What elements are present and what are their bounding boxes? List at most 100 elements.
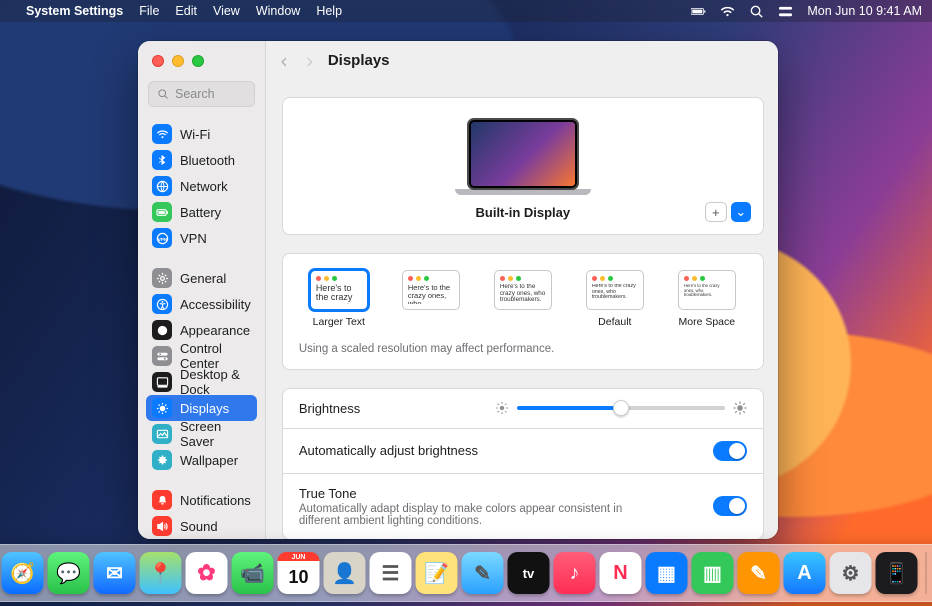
dock-item-maps[interactable]: 📍 <box>140 552 182 594</box>
svg-text:VPN: VPN <box>157 236 167 241</box>
dock-item-numbers[interactable]: ▥ <box>692 552 734 594</box>
resolution-option-1[interactable]: Here's to the crazy ones, who troublemak… <box>395 270 467 329</box>
truetone-label: True Tone <box>299 486 701 501</box>
sidebar-item-label: Appearance <box>180 323 250 338</box>
wifi-icon <box>152 124 172 144</box>
resolution-option-0[interactable]: Here's to the crazy ones, who troublemak… <box>303 270 375 329</box>
sidebar-item-general[interactable]: General <box>146 265 257 291</box>
auto-brightness-toggle[interactable] <box>713 441 747 461</box>
dock-item-news[interactable]: N <box>600 552 642 594</box>
bell-icon <box>152 490 172 510</box>
menu-window[interactable]: Window <box>256 4 300 18</box>
battery-status-icon[interactable] <box>691 4 706 19</box>
dock-item-contacts[interactable]: 👤 <box>324 552 366 594</box>
dock-item-safari[interactable]: 🧭 <box>2 552 44 594</box>
forward-button[interactable]: › <box>306 51 314 71</box>
resolution-option-2[interactable]: Here's to the crazy ones, who troublemak… <box>487 270 559 329</box>
sidebar-item-label: Network <box>180 179 228 194</box>
dock-item-freeform[interactable]: ✎ <box>462 552 504 594</box>
vpn-icon: VPN <box>152 228 172 248</box>
sidebar-item-label: General <box>180 271 226 286</box>
sidebar-item-desktop-dock[interactable]: Desktop & Dock <box>146 369 257 395</box>
menu-help[interactable]: Help <box>316 4 342 18</box>
display-hero: Built-in Display + ⌄ <box>282 97 764 235</box>
sidebar-item-screen-saver[interactable]: Screen Saver <box>146 421 257 447</box>
minimize-button[interactable] <box>172 55 184 67</box>
resolution-card: Here's to the crazy ones, who troublemak… <box>282 253 764 370</box>
close-button[interactable] <box>152 55 164 67</box>
sidebar-item-bluetooth[interactable]: Bluetooth <box>146 147 257 173</box>
sidebar-item-vpn[interactable]: VPN VPN <box>146 225 257 251</box>
dock-icon <box>152 372 172 392</box>
dock-item-notes[interactable]: 📝 <box>416 552 458 594</box>
sidebar-item-label: Desktop & Dock <box>180 367 251 397</box>
dock-item-music[interactable]: ♪ <box>554 552 596 594</box>
add-display-button[interactable]: + <box>705 202 727 222</box>
sidebar-item-sound[interactable]: Sound <box>146 513 257 539</box>
dock-item-facetime[interactable]: 📹 <box>232 552 274 594</box>
toolbar: ‹ › Displays <box>266 41 778 81</box>
resolution-note: Using a scaled resolution may affect per… <box>283 337 763 369</box>
sidebar-item-label: VPN <box>180 231 207 246</box>
zoom-button[interactable] <box>192 55 204 67</box>
display-options-menu[interactable]: ⌄ <box>731 202 751 222</box>
app-menu[interactable]: System Settings <box>26 4 123 18</box>
menu-file[interactable]: File <box>139 4 159 18</box>
gear-icon <box>152 268 172 288</box>
resolution-caption: Larger Text <box>313 316 365 329</box>
dock-item-mail[interactable]: ✉︎ <box>94 552 136 594</box>
sidebar-item-appearance[interactable]: Appearance <box>146 317 257 343</box>
screensaver-icon <box>152 424 172 444</box>
dock-item-calendar[interactable]: JUN10 <box>278 552 320 594</box>
sidebar-item-label: Screen Saver <box>180 419 251 449</box>
wifi-status-icon[interactable] <box>720 4 735 19</box>
sidebar-list: Wi-Fi Bluetooth Network Battery VPN VPN Gener… <box>138 115 265 539</box>
search-icon <box>157 88 169 100</box>
sidebar-item-displays[interactable]: Displays <box>146 395 257 421</box>
sidebar-item-network[interactable]: Network <box>146 173 257 199</box>
dock-item-messages[interactable]: 💬 <box>48 552 90 594</box>
dock-item-iphone[interactable]: 📱 <box>876 552 918 594</box>
dock-item-reminders[interactable]: ☰ <box>370 552 412 594</box>
sidebar-item-battery[interactable]: Battery <box>146 199 257 225</box>
resolution-option-4[interactable]: Here's to the crazy ones, who troublemak… <box>671 270 743 329</box>
resolution-caption: More Space <box>679 316 736 329</box>
display-thumbnail[interactable] <box>467 118 579 190</box>
control-center-icon[interactable] <box>778 4 793 19</box>
window-controls <box>138 41 265 81</box>
search-input[interactable]: Search <box>148 81 255 107</box>
menu-view[interactable]: View <box>213 4 240 18</box>
dock-item-tv[interactable]: tv <box>508 552 550 594</box>
sun-low-icon <box>495 401 509 415</box>
dock-item-pages[interactable]: ✎ <box>738 552 780 594</box>
accessibility-icon <box>152 294 172 314</box>
sidebar-item-wallpaper[interactable]: Wallpaper <box>146 447 257 473</box>
dock-item-keynote[interactable]: ▦ <box>646 552 688 594</box>
dock-item-settings[interactable]: ⚙︎ <box>830 552 872 594</box>
sidebar-item-control-center[interactable]: Control Center <box>146 343 257 369</box>
menu-edit[interactable]: Edit <box>175 4 197 18</box>
sidebar-item-label: Sound <box>180 519 218 534</box>
spotlight-icon[interactable] <box>749 4 764 19</box>
sidebar-item-wi-fi[interactable]: Wi-Fi <box>146 121 257 147</box>
dock-separator <box>926 552 927 594</box>
truetone-toggle[interactable] <box>713 496 747 516</box>
sidebar-item-label: Battery <box>180 205 221 220</box>
dock-item-photos[interactable]: ✿ <box>186 552 228 594</box>
brightness-label: Brightness <box>299 401 360 416</box>
brightness-slider[interactable] <box>495 401 747 415</box>
sidebar-item-notifications[interactable]: Notifications <box>146 487 257 513</box>
battery-icon <box>152 202 172 222</box>
sidebar-item-label: Bluetooth <box>180 153 235 168</box>
clock[interactable]: Mon Jun 10 9:41 AM <box>807 4 922 18</box>
dock-item-appstore[interactable]: A <box>784 552 826 594</box>
appearance-icon <box>152 320 172 340</box>
wallpaper-icon <box>152 450 172 470</box>
truetone-description: Automatically adapt display to make colo… <box>299 503 649 527</box>
resolution-option-3[interactable]: Here's to the crazy ones, who troublemak… <box>579 270 651 329</box>
back-button[interactable]: ‹ <box>280 51 288 71</box>
sidebar-item-label: Wi-Fi <box>180 127 210 142</box>
sidebar-item-accessibility[interactable]: Accessibility <box>146 291 257 317</box>
dock: 🙂▦🧭💬✉︎📍✿📹JUN10👤☰📝✎tv♪N▦▥✎A⚙︎📱⬇︎🗑 <box>0 544 932 602</box>
sun-high-icon <box>733 401 747 415</box>
